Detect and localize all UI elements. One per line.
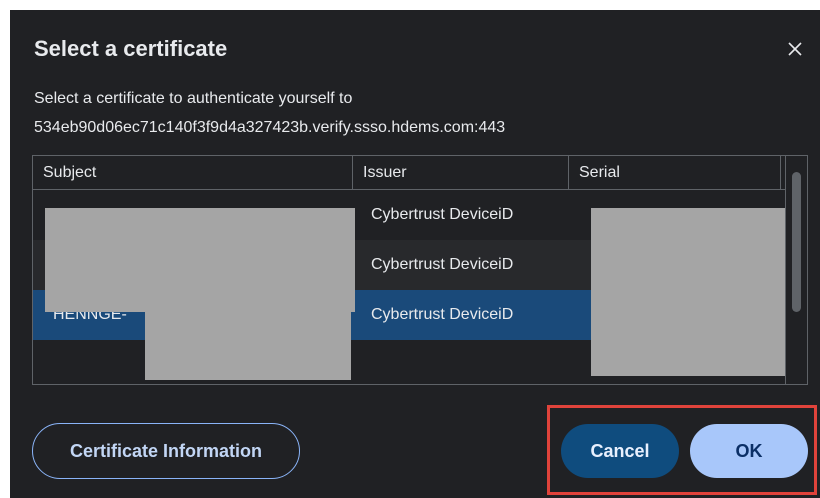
certificate-dialog: Select a certificate Select a certificat… <box>10 10 820 498</box>
close-button[interactable] <box>782 36 808 62</box>
certificate-table: Subject Issuer Serial Cybertrust Devicei… <box>32 155 808 385</box>
dialog-description: Select a certificate to authenticate you… <box>34 90 353 107</box>
issuer-cell: Cybertrust DeviceiD <box>371 206 514 223</box>
certificate-information-button[interactable]: Certificate Information <box>32 423 300 479</box>
table-header: Subject Issuer Serial <box>33 156 785 190</box>
close-icon <box>788 42 802 56</box>
scrollbar-thumb[interactable] <box>792 172 801 312</box>
ok-button[interactable]: OK <box>690 424 808 478</box>
cancel-button[interactable]: Cancel <box>561 424 679 478</box>
column-header-issuer[interactable]: Issuer <box>353 156 569 189</box>
dialog-title: Select a certificate <box>34 36 228 61</box>
redacted-subject-block <box>145 298 351 380</box>
redacted-serial-block <box>591 208 787 376</box>
column-header-serial[interactable]: Serial <box>569 156 781 189</box>
issuer-cell: Cybertrust DeviceiD <box>371 306 514 323</box>
dialog-host: 534eb90d06ec71c140f3f9d4a327423b.verify.… <box>34 119 506 136</box>
vertical-scrollbar[interactable] <box>785 156 807 384</box>
redacted-subject-block <box>45 208 355 312</box>
issuer-cell: Cybertrust DeviceiD <box>371 256 514 273</box>
column-header-subject[interactable]: Subject <box>33 156 353 189</box>
